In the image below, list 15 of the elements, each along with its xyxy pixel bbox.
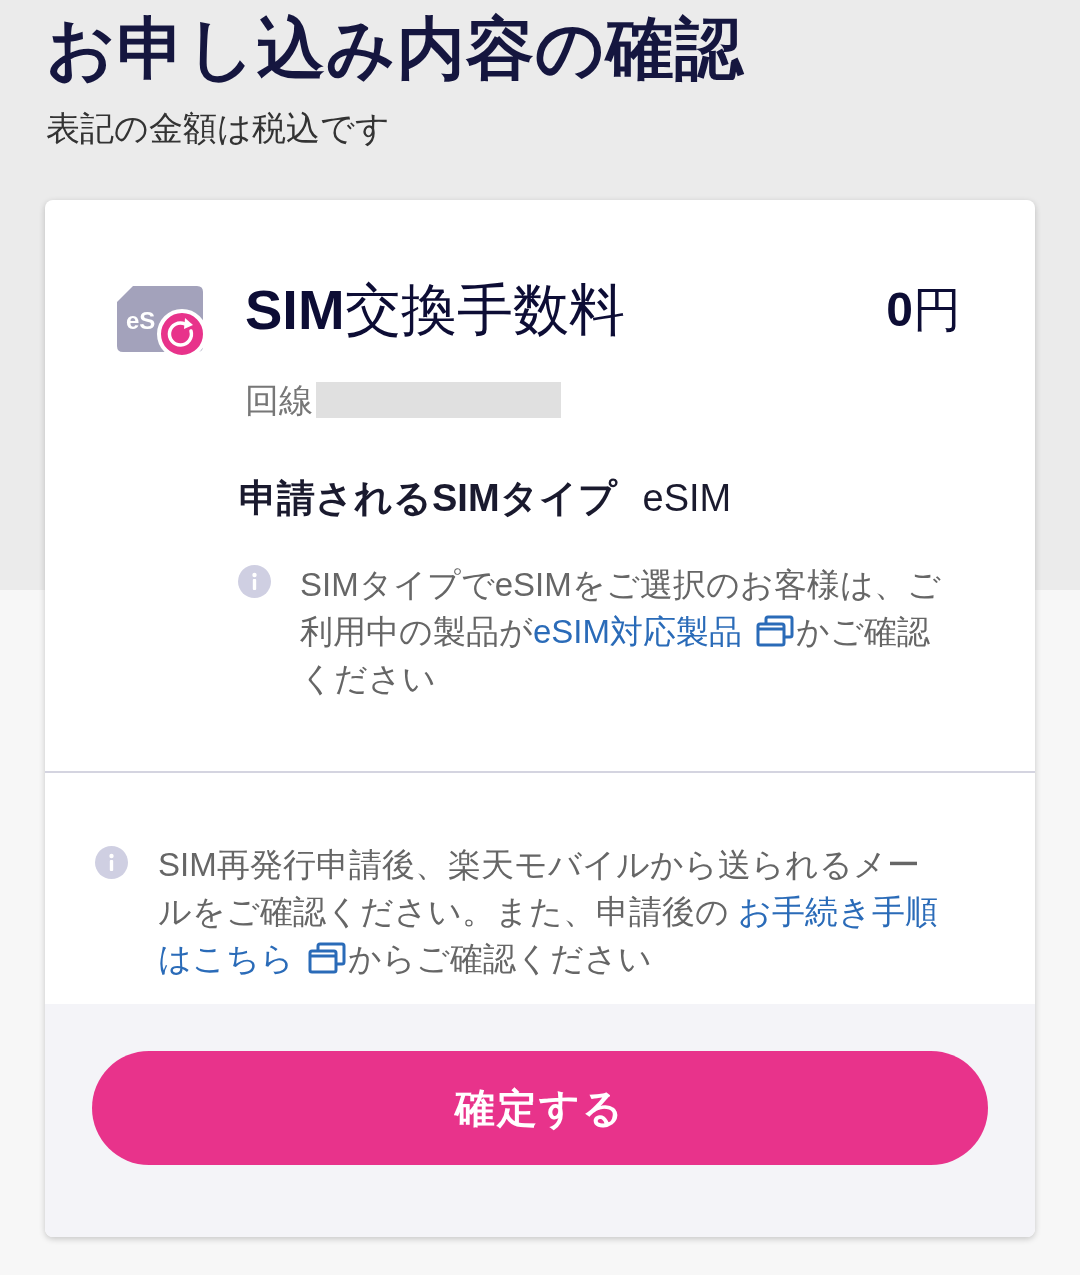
text-link[interactable]: お手続き手順 [738, 893, 939, 930]
text-link[interactable]: eSIM対応製品 [533, 613, 797, 650]
fee-name: SIM交換手数料 [245, 277, 625, 343]
fee-price: 0円 [886, 282, 961, 338]
info-icon [95, 846, 128, 879]
page-title: お申し込み内容の確認 [46, 9, 745, 88]
page-subtitle: 表記の金額は税込です [46, 108, 391, 149]
sim-type-value: eSIM [642, 476, 732, 521]
info-icon [238, 565, 271, 598]
sim-type-note: SIMタイプでeSIMをご選択のお客様は、ご利用中の製品がeSIM対応製品 かご確認ください [300, 565, 942, 699]
reissue-notice: SIM再発行申請後、楽天モバイルから送られるメールをご確認ください。また、申請後の お手続き手順 はこちら からご確認ください [158, 845, 940, 979]
sim-type-label: 申請されるSIMタイプ [239, 476, 617, 521]
text-link[interactable]: はこちら [158, 940, 348, 977]
confirm-button[interactable]: 確定する [92, 1051, 988, 1165]
line-label: 回線 [245, 380, 313, 420]
